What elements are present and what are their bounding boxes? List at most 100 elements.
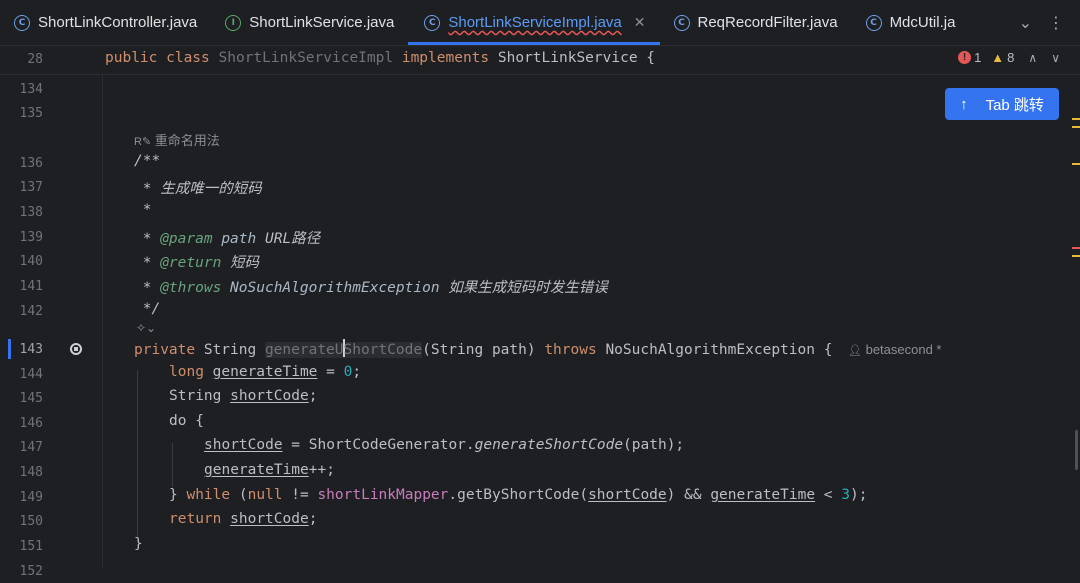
comment-text: * (134, 280, 161, 296)
line-number: 152 (19, 564, 43, 579)
code-line[interactable]: 142 */ (0, 299, 1070, 323)
code-line[interactable]: 139 * @param path URL路径 (0, 225, 1070, 249)
line-number: 148 (19, 465, 43, 480)
code-line[interactable]: 149 } while (null != shortLinkMapper.get… (0, 485, 1070, 509)
author-name: betasecond * (865, 342, 942, 357)
interface-name: ShortLinkService { (497, 50, 656, 66)
code-line[interactable]: 137 * 生成唯一的短码 (0, 175, 1070, 199)
line-number: 151 (19, 539, 43, 554)
tab-label: ShortLinkService.java (249, 14, 395, 31)
keyword-line: do { (169, 413, 204, 429)
code-line[interactable]: 152 (0, 559, 1070, 583)
warning-stripe[interactable] (1072, 163, 1080, 165)
tab-jump-label: Tab 跳转 (985, 96, 1044, 114)
inspection-widget[interactable]: ! 1 ▲ 8 ∧ ∨ (958, 50, 1060, 65)
warning-stripe[interactable] (1072, 255, 1080, 257)
static-method: generateShortCode (474, 437, 624, 453)
code-line[interactable]: 134 (0, 77, 1070, 101)
punct: ; (352, 364, 362, 380)
keyword: return (169, 511, 222, 527)
code-line[interactable]: 135 (0, 101, 1070, 125)
code-part: } (169, 487, 187, 503)
code-line[interactable]: 148 generateTime++; (0, 460, 1070, 484)
code-line[interactable]: 141 * @throws NoSuchAlgorithmException 如… (0, 274, 1070, 298)
author-hint[interactable]: 👤︎ betasecond * (848, 342, 942, 357)
doc-comment: * @param path URL路径 (134, 227, 320, 248)
code-line[interactable]: 138 * (0, 200, 1070, 224)
person-icon: 👤︎ (848, 345, 862, 357)
close-icon[interactable]: ✕ (634, 14, 646, 31)
variable: shortCode (230, 388, 309, 404)
sticky-class-header[interactable]: 28 public class ShortLinkServiceImpl imp… (0, 46, 1080, 75)
code-text: return shortCode; (169, 511, 317, 527)
code-line[interactable]: 147 shortCode = ShortCodeGenerator.gener… (0, 435, 1070, 459)
line-number: 140 (19, 254, 43, 269)
tab-reqrecordfilter[interactable]: C ReqRecordFilter.java (660, 0, 852, 45)
code-part: ( (230, 487, 248, 503)
code-part: .getByShortCode( (448, 487, 589, 503)
code-line-current[interactable]: 143 private String generateUShortCode(St… (0, 337, 1070, 361)
code-line[interactable]: 140 * @return 短码 (0, 249, 1070, 273)
warning-stripe[interactable] (1072, 126, 1080, 128)
keyword: implements (393, 50, 498, 66)
warning-icon: ▲ (991, 50, 1005, 65)
more-options-icon[interactable]: ⋮ (1048, 13, 1064, 33)
line-number: 146 (19, 416, 43, 431)
code-line[interactable]: 151 } (0, 534, 1070, 558)
line-number: 144 (19, 367, 43, 382)
tab-shortlinkcontroller[interactable]: C ShortLinkController.java (0, 0, 211, 45)
rename-icon: R✎ (134, 136, 152, 148)
scrollbar-thumb[interactable] (1075, 430, 1078, 470)
doc-comment: * @throws NoSuchAlgorithmException 如果生成短… (134, 276, 608, 297)
chevron-up-icon[interactable]: ∧ (1028, 51, 1037, 65)
tab-mdcutil[interactable]: C MdcUtil.ja (852, 0, 970, 45)
class-icon: C (424, 14, 441, 31)
tab-shortlinkservice[interactable]: I ShortLinkService.java (211, 0, 408, 45)
line-number: 143 (19, 342, 43, 357)
doc-comment: * @return 短码 (134, 251, 259, 272)
error-stripe[interactable] (1072, 247, 1080, 249)
field: shortLinkMapper (317, 487, 449, 503)
keyword: throws (544, 342, 597, 358)
method-gutter-icon[interactable] (70, 343, 82, 355)
class-icon: C (14, 14, 30, 31)
code-text: } while (null != shortLinkMapper.getBySh… (169, 487, 867, 503)
params: (String path) (422, 342, 545, 358)
line-number: 142 (19, 304, 43, 319)
chevron-down-icon[interactable]: ∨ (1051, 51, 1060, 65)
javadoc-param: path (212, 231, 257, 247)
operator: = (317, 364, 344, 380)
code-line[interactable]: 145 String shortCode; (0, 386, 1070, 410)
code-part: = ShortCodeGenerator. (282, 437, 475, 453)
code-part: != (282, 487, 318, 503)
line-number: 138 (19, 205, 43, 220)
code-line[interactable]: 136 /** (0, 151, 1070, 175)
line-number: 137 (19, 180, 43, 195)
tab-jump-button[interactable]: ↑ Tab 跳转 (945, 88, 1059, 120)
javadoc-tag: @throws (160, 280, 222, 296)
method-name: generateUShortCode (264, 339, 423, 358)
code-text: long generateTime = 0; (169, 364, 361, 380)
rename-usages-hint[interactable]: R✎ 重命名用法 (134, 130, 220, 149)
variable: shortCode (204, 437, 283, 453)
code-part: ++; (308, 462, 335, 478)
code-part: ; (308, 511, 318, 527)
variable: shortCode (230, 511, 309, 527)
code-line[interactable]: 144 long generateTime = 0; (0, 362, 1070, 386)
code-line[interactable]: 146 do { (0, 411, 1070, 435)
punct: ; (308, 388, 318, 404)
code-line[interactable]: 150 return shortCode; (0, 509, 1070, 533)
code-text: shortCode = ShortCodeGenerator.generateS… (204, 437, 684, 453)
doc-comment: /** (134, 153, 161, 169)
variable: shortCode (588, 487, 667, 503)
ai-edit-icon[interactable]: ✧⌄ (136, 321, 156, 335)
keyword: long (169, 364, 204, 380)
tab-shortlinkserviceimpl[interactable]: C ShortLinkServiceImpl.java ✕ (408, 0, 660, 45)
keyword: private (134, 342, 196, 358)
code-part: (path); (623, 437, 685, 453)
class-name: ShortLinkServiceImpl (218, 50, 394, 66)
comment-text: 如果生成短码时发生错误 (439, 280, 608, 296)
chevron-down-icon[interactable]: ⌄ (1019, 13, 1032, 33)
warning-stripe[interactable] (1072, 118, 1080, 120)
code-editor[interactable]: 134 135 R✎ 重命名用法 136 /** 137 * 生成唯一的短码 1… (0, 75, 1080, 579)
